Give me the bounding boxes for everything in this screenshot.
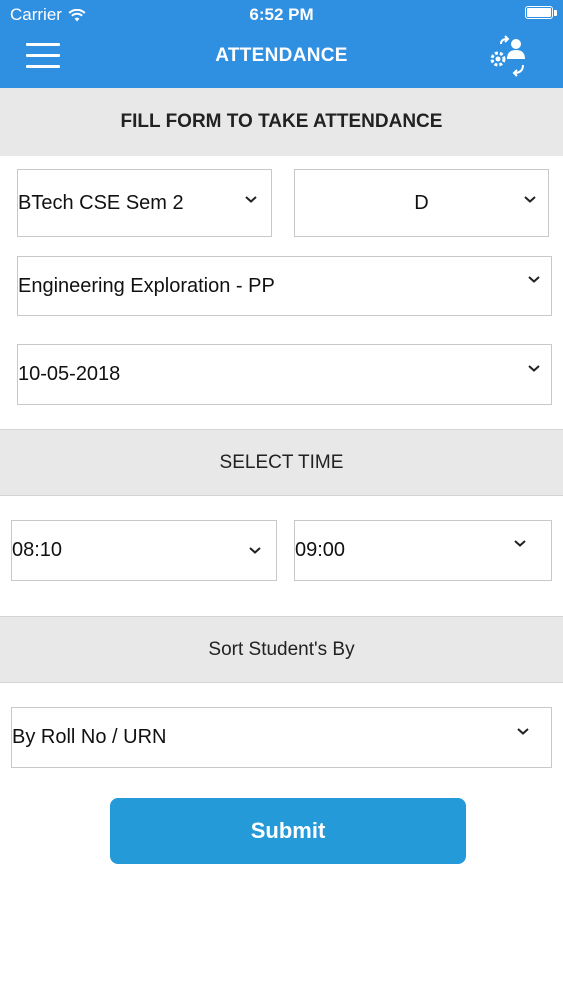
section-select[interactable]: D <box>294 169 549 237</box>
sort-value: By Roll No / URN <box>12 726 167 748</box>
form-header-label: FILL FORM TO TAKE ATTENDANCE <box>120 111 443 132</box>
battery-cap <box>554 10 557 16</box>
sort-header-label: Sort Student's By <box>208 638 355 660</box>
chevron-down-icon <box>517 728 529 735</box>
select-time-header: SELECT TIME <box>0 429 563 496</box>
end-time-select[interactable]: 09:00 <box>294 520 552 581</box>
chevron-down-icon <box>528 276 540 283</box>
sort-header: Sort Student's By <box>0 616 563 683</box>
submit-button[interactable]: Submit <box>110 798 466 864</box>
chevron-down-icon <box>528 365 540 372</box>
start-time-select[interactable]: 08:10 <box>11 520 277 581</box>
chevron-down-icon <box>245 196 257 203</box>
top-bar: Carrier 6:52 PM ATTENDANCE <box>0 0 563 88</box>
user-switch-icon[interactable] <box>487 35 531 79</box>
sort-select[interactable]: By Roll No / URN <box>11 707 552 768</box>
status-time: 6:52 PM <box>249 5 314 24</box>
attendance-screen: Carrier 6:52 PM ATTENDANCE FILL FORM TO … <box>0 0 563 1000</box>
page-title: ATTENDANCE <box>215 45 348 66</box>
chevron-down-icon <box>249 547 261 554</box>
course-value: BTech CSE Sem 2 <box>18 191 184 214</box>
chevron-down-icon <box>524 196 536 203</box>
select-time-label: SELECT TIME <box>219 451 344 473</box>
section-value: D <box>414 191 429 214</box>
battery-icon <box>525 6 553 19</box>
date-value: 10-05-2018 <box>18 363 121 385</box>
end-time-value: 09:00 <box>295 539 346 561</box>
form-header: FILL FORM TO TAKE ATTENDANCE <box>0 88 563 156</box>
start-time-value: 08:10 <box>12 539 63 561</box>
chevron-down-icon <box>514 540 526 547</box>
subject-value: Engineering Exploration - PP <box>18 274 275 297</box>
course-select[interactable]: BTech CSE Sem 2 <box>17 169 272 237</box>
date-select[interactable]: 10-05-2018 <box>17 344 552 405</box>
subject-select[interactable]: Engineering Exploration - PP <box>17 256 552 316</box>
